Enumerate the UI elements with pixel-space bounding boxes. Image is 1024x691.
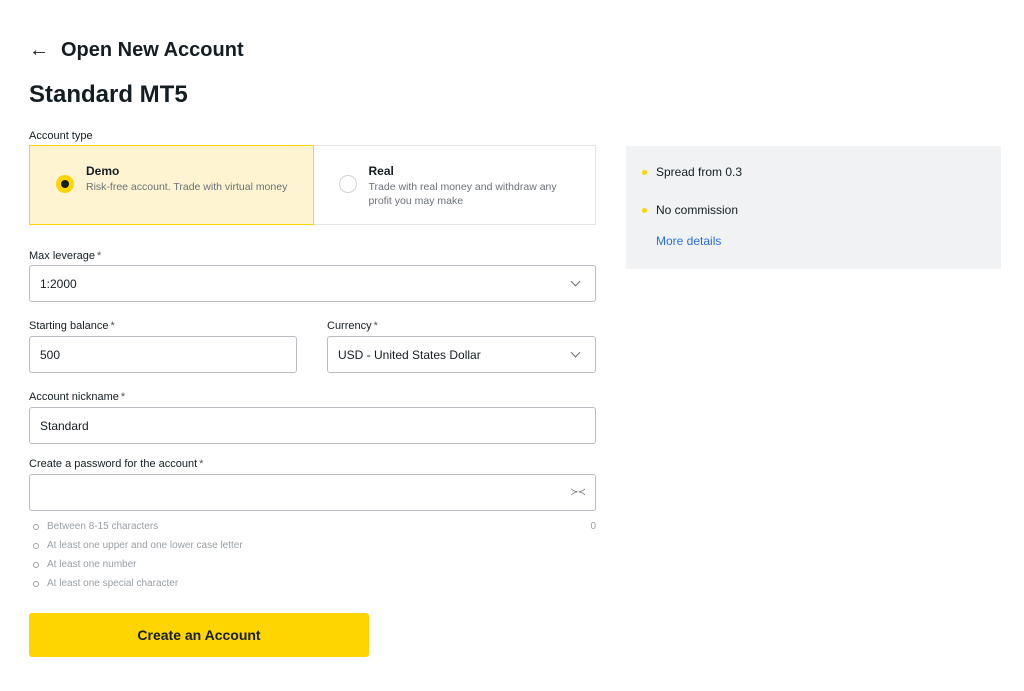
starting-balance-input[interactable]: 500 — [29, 336, 297, 373]
starting-balance-label: Starting balance * — [29, 320, 115, 332]
radio-unselected-icon[interactable] — [338, 175, 357, 193]
option-title: Real — [368, 164, 394, 178]
circle-icon — [33, 580, 39, 587]
password-label: Create a password for the account * — [29, 458, 204, 470]
info-item: Spread from 0.3 — [642, 162, 1001, 182]
option-title: Demo — [86, 164, 120, 178]
chevron-down-icon — [570, 276, 581, 287]
page-title: Standard MT5 — [29, 81, 188, 108]
max-leverage-value: 1:2000 — [40, 276, 77, 291]
eye-closed-icon[interactable]: ≻≺ — [570, 487, 586, 498]
circle-icon — [33, 523, 39, 530]
account-type-selector: Demo Risk-free account. Trade with virtu… — [29, 145, 596, 225]
account-type-label: Account type — [29, 130, 93, 142]
account-info-panel: Spread from 0.3 No commission More detai… — [626, 146, 1001, 269]
password-rule: Between 8-15 characters — [33, 517, 596, 536]
currency-select[interactable]: USD - United States Dollar — [327, 336, 596, 373]
circle-icon — [33, 561, 39, 568]
password-rule: At least one special character — [33, 574, 596, 593]
chevron-down-icon — [570, 347, 581, 358]
back-link[interactable]: ← Open New Account — [29, 36, 244, 64]
option-description: Risk-free account. Trade with virtual mo… — [86, 181, 288, 193]
password-rule: At least one upper and one lower case le… — [33, 536, 596, 555]
circle-icon — [33, 542, 39, 549]
more-details-link[interactable]: More details — [656, 234, 1001, 248]
header-title: Open New Account — [61, 38, 244, 61]
password-char-counter: 0 — [590, 521, 596, 532]
password-input[interactable]: ≻≺ — [29, 474, 596, 511]
bullet-icon — [642, 169, 647, 175]
info-item: No commission — [642, 200, 1001, 220]
nickname-value: Standard — [40, 418, 89, 433]
currency-label: Currency * — [327, 320, 378, 332]
max-leverage-label: Max leverage * — [29, 250, 102, 262]
starting-balance-value: 500 — [40, 347, 61, 362]
back-arrow-icon[interactable]: ← — [29, 40, 49, 60]
radio-selected-icon[interactable] — [56, 175, 74, 193]
password-rules: 0 Between 8-15 characters At least one u… — [33, 517, 596, 593]
bullet-icon — [642, 207, 647, 213]
currency-value: USD - United States Dollar — [338, 347, 481, 362]
create-account-button[interactable]: Create an Account — [29, 613, 369, 657]
password-rule: At least one number — [33, 555, 596, 574]
option-description: Trade with real money and withdraw any p… — [368, 181, 557, 207]
account-type-real[interactable]: Real Trade with real money and withdraw … — [313, 146, 596, 224]
account-type-demo[interactable]: Demo Risk-free account. Trade with virtu… — [29, 145, 314, 225]
nickname-label: Account nickname * — [29, 391, 126, 403]
nickname-input[interactable]: Standard — [29, 407, 596, 444]
max-leverage-select[interactable]: 1:2000 — [29, 265, 596, 302]
